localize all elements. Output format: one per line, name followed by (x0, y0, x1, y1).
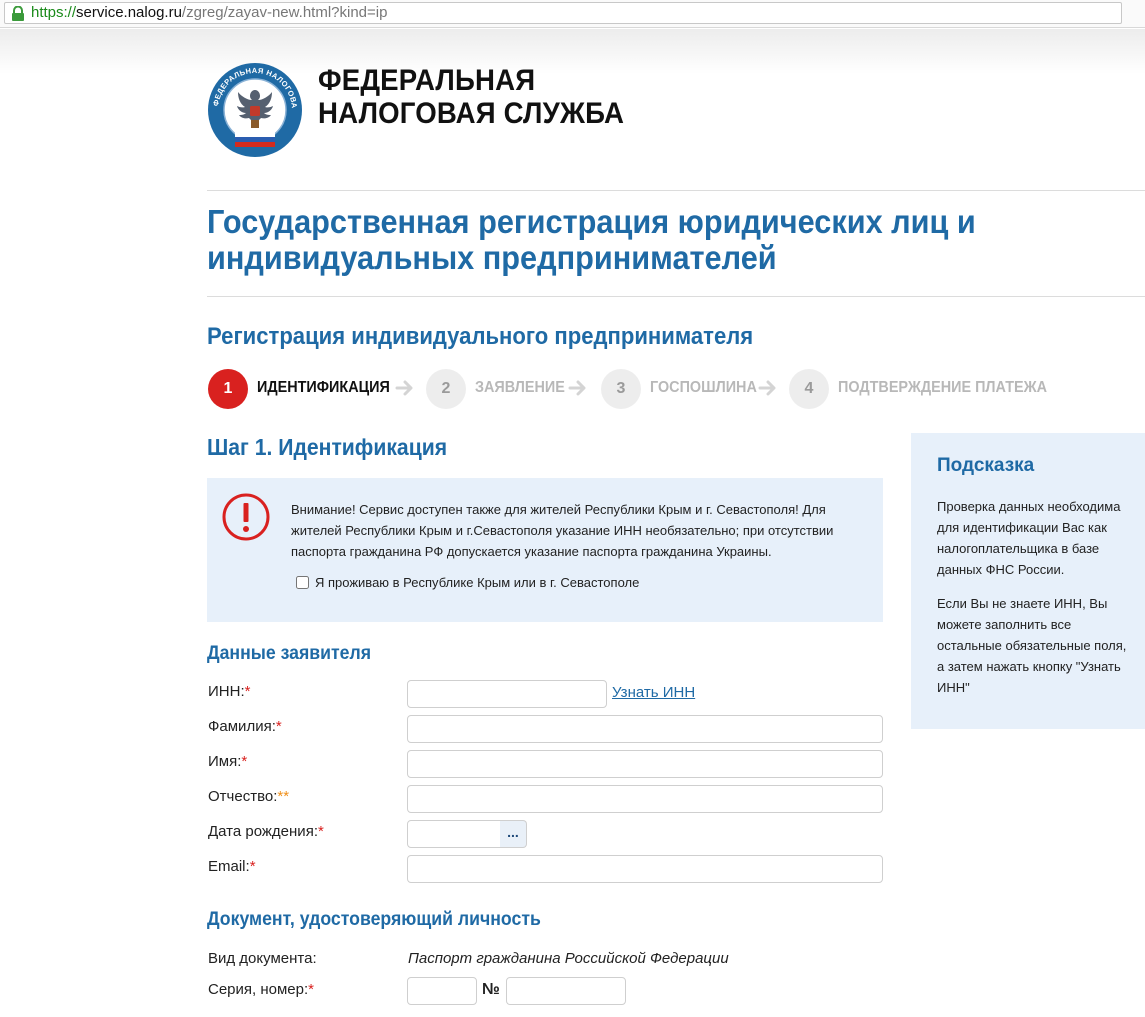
hint-line: ИНН" (937, 680, 970, 695)
arrow-right-icon (758, 380, 776, 396)
step-2-label: ЗАЯВЛЕНИЕ (475, 379, 565, 396)
step-4-circle: 4 (789, 369, 829, 409)
name-label: Имя:* (208, 753, 247, 770)
hint-line: налогоплательщика в базе (937, 541, 1100, 556)
notice-line: Внимание! Сервис доступен также для жите… (291, 502, 826, 517)
passport-number-input[interactable] (506, 977, 626, 1005)
surname-label: Фамилия:* (208, 718, 282, 735)
number-sign: № (482, 981, 500, 998)
step-1-circle: 1 (208, 369, 248, 409)
document-type-label: Вид документа: (208, 950, 317, 967)
applicant-section-title: Данные заявителя (207, 643, 372, 664)
step-1-label: ИДЕНТИФИКАЦИЯ (257, 379, 390, 396)
inn-label: ИНН:* (208, 683, 250, 700)
org-name-line2: НАЛОГОВАЯ СЛУЖБА (318, 97, 625, 130)
title-divider (207, 296, 1145, 297)
fns-logo-icon[interactable]: ФЕДЕРАЛЬНАЯ НАЛОГОВАЯ СЛУЖБА (207, 62, 303, 158)
step-heading: Шаг 1. Идентификация (207, 434, 448, 460)
name-input[interactable] (407, 750, 883, 778)
arrow-right-icon (568, 380, 586, 396)
email-input[interactable] (407, 855, 883, 883)
conditional-required-mark: ** (277, 788, 290, 805)
find-inn-link[interactable]: Узнать ИНН (612, 684, 695, 701)
notice-line: жителей Республики Крым и г.Севастополя … (291, 523, 834, 538)
inn-input[interactable] (407, 680, 607, 708)
notice-line: паспорта гражданина РФ допускается указа… (291, 544, 772, 559)
patronymic-label: Отчество:** (208, 788, 289, 805)
hint-paragraph: Если Вы не знаете ИНН, Вы можете заполни… (937, 593, 1132, 698)
patronymic-label-text: Отчество: (208, 788, 278, 805)
url-path: /zgreg/zayav-new.html?kind=ip (181, 4, 388, 21)
hint-line: остальные обязательные поля, (937, 638, 1127, 653)
hint-line: Если Вы не знаете ИНН, Вы (937, 596, 1108, 611)
required-mark: * (275, 718, 282, 735)
birthdate-input[interactable] (407, 820, 501, 848)
page-title-line1: Государственная регистрация юридических … (207, 203, 976, 240)
surname-input[interactable] (407, 715, 883, 743)
url-field[interactable]: https://service.nalog.ru/zgreg/zayav-new… (4, 2, 1122, 24)
hint-line: для идентификации Вас как (937, 520, 1107, 535)
inn-label-text: ИНН: (208, 683, 245, 700)
notice-text: Внимание! Сервис доступен также для жите… (291, 499, 851, 562)
org-name: ФЕДЕРАЛЬНАЯ НАЛОГОВАЯ СЛУЖБА (318, 64, 624, 130)
page-subtitle: Регистрация индивидуального предпринимат… (207, 323, 754, 350)
document-section-title: Документ, удостоверяющий личность (207, 909, 541, 930)
step-3-circle: 3 (601, 369, 641, 409)
series-number-label: Серия, номер:* (208, 981, 314, 998)
passport-series-input[interactable] (407, 977, 477, 1005)
required-mark: * (244, 683, 251, 700)
name-label-text: Имя: (208, 753, 242, 770)
hint-line: Проверка данных необходима (937, 499, 1121, 514)
patronymic-input[interactable] (407, 785, 883, 813)
hint-paragraph: Проверка данных необходима для идентифик… (937, 496, 1132, 580)
crimea-checkbox-label[interactable]: Я проживаю в Республике Крым или в г. Се… (315, 575, 639, 590)
step-3-label: ГОСПОШЛИНА (650, 379, 757, 396)
required-mark: * (241, 753, 248, 770)
arrow-right-icon (395, 380, 413, 396)
page-title-line2: индивидуальных предпринимателей (207, 239, 777, 276)
email-label: Email:* (208, 858, 256, 875)
series-number-label-text: Серия, номер: (208, 981, 309, 998)
date-picker-button[interactable]: ... (500, 820, 527, 848)
hint-line: можете заполнить все (937, 617, 1072, 632)
step-2-circle: 2 (426, 369, 466, 409)
alert-icon (222, 493, 270, 541)
email-label-text: Email: (208, 858, 250, 875)
header-divider (207, 190, 1145, 191)
required-mark: * (249, 858, 256, 875)
crimea-checkbox[interactable] (296, 576, 309, 589)
birthdate-label: Дата рождения:* (208, 823, 324, 840)
hint-title: Подсказка (937, 455, 1035, 476)
url-text: https://service.nalog.ru/zgreg/zayav-new… (31, 3, 387, 23)
birthdate-label-text: Дата рождения: (208, 823, 318, 840)
surname-label-text: Фамилия: (208, 718, 276, 735)
required-mark: * (308, 981, 314, 998)
step-4-label: ПОДТВЕРЖДЕНИЕ ПЛАТЕЖА (838, 379, 1048, 396)
page-title: Государственная регистрация юридических … (207, 204, 1044, 276)
browser-address-bar: https://service.nalog.ru/zgreg/zayav-new… (0, 0, 1145, 28)
required-mark: * (317, 823, 324, 840)
lock-icon (12, 6, 24, 21)
url-scheme: https:// (31, 4, 77, 21)
hint-line: данных ФНС России. (937, 562, 1065, 577)
org-name-line1: ФЕДЕРАЛЬНАЯ (318, 64, 536, 97)
url-host: service.nalog.ru (76, 4, 182, 21)
document-type-value: Паспорт гражданина Российской Федерации (408, 950, 729, 967)
hint-line: а затем нажать кнопку "Узнать (937, 659, 1121, 674)
